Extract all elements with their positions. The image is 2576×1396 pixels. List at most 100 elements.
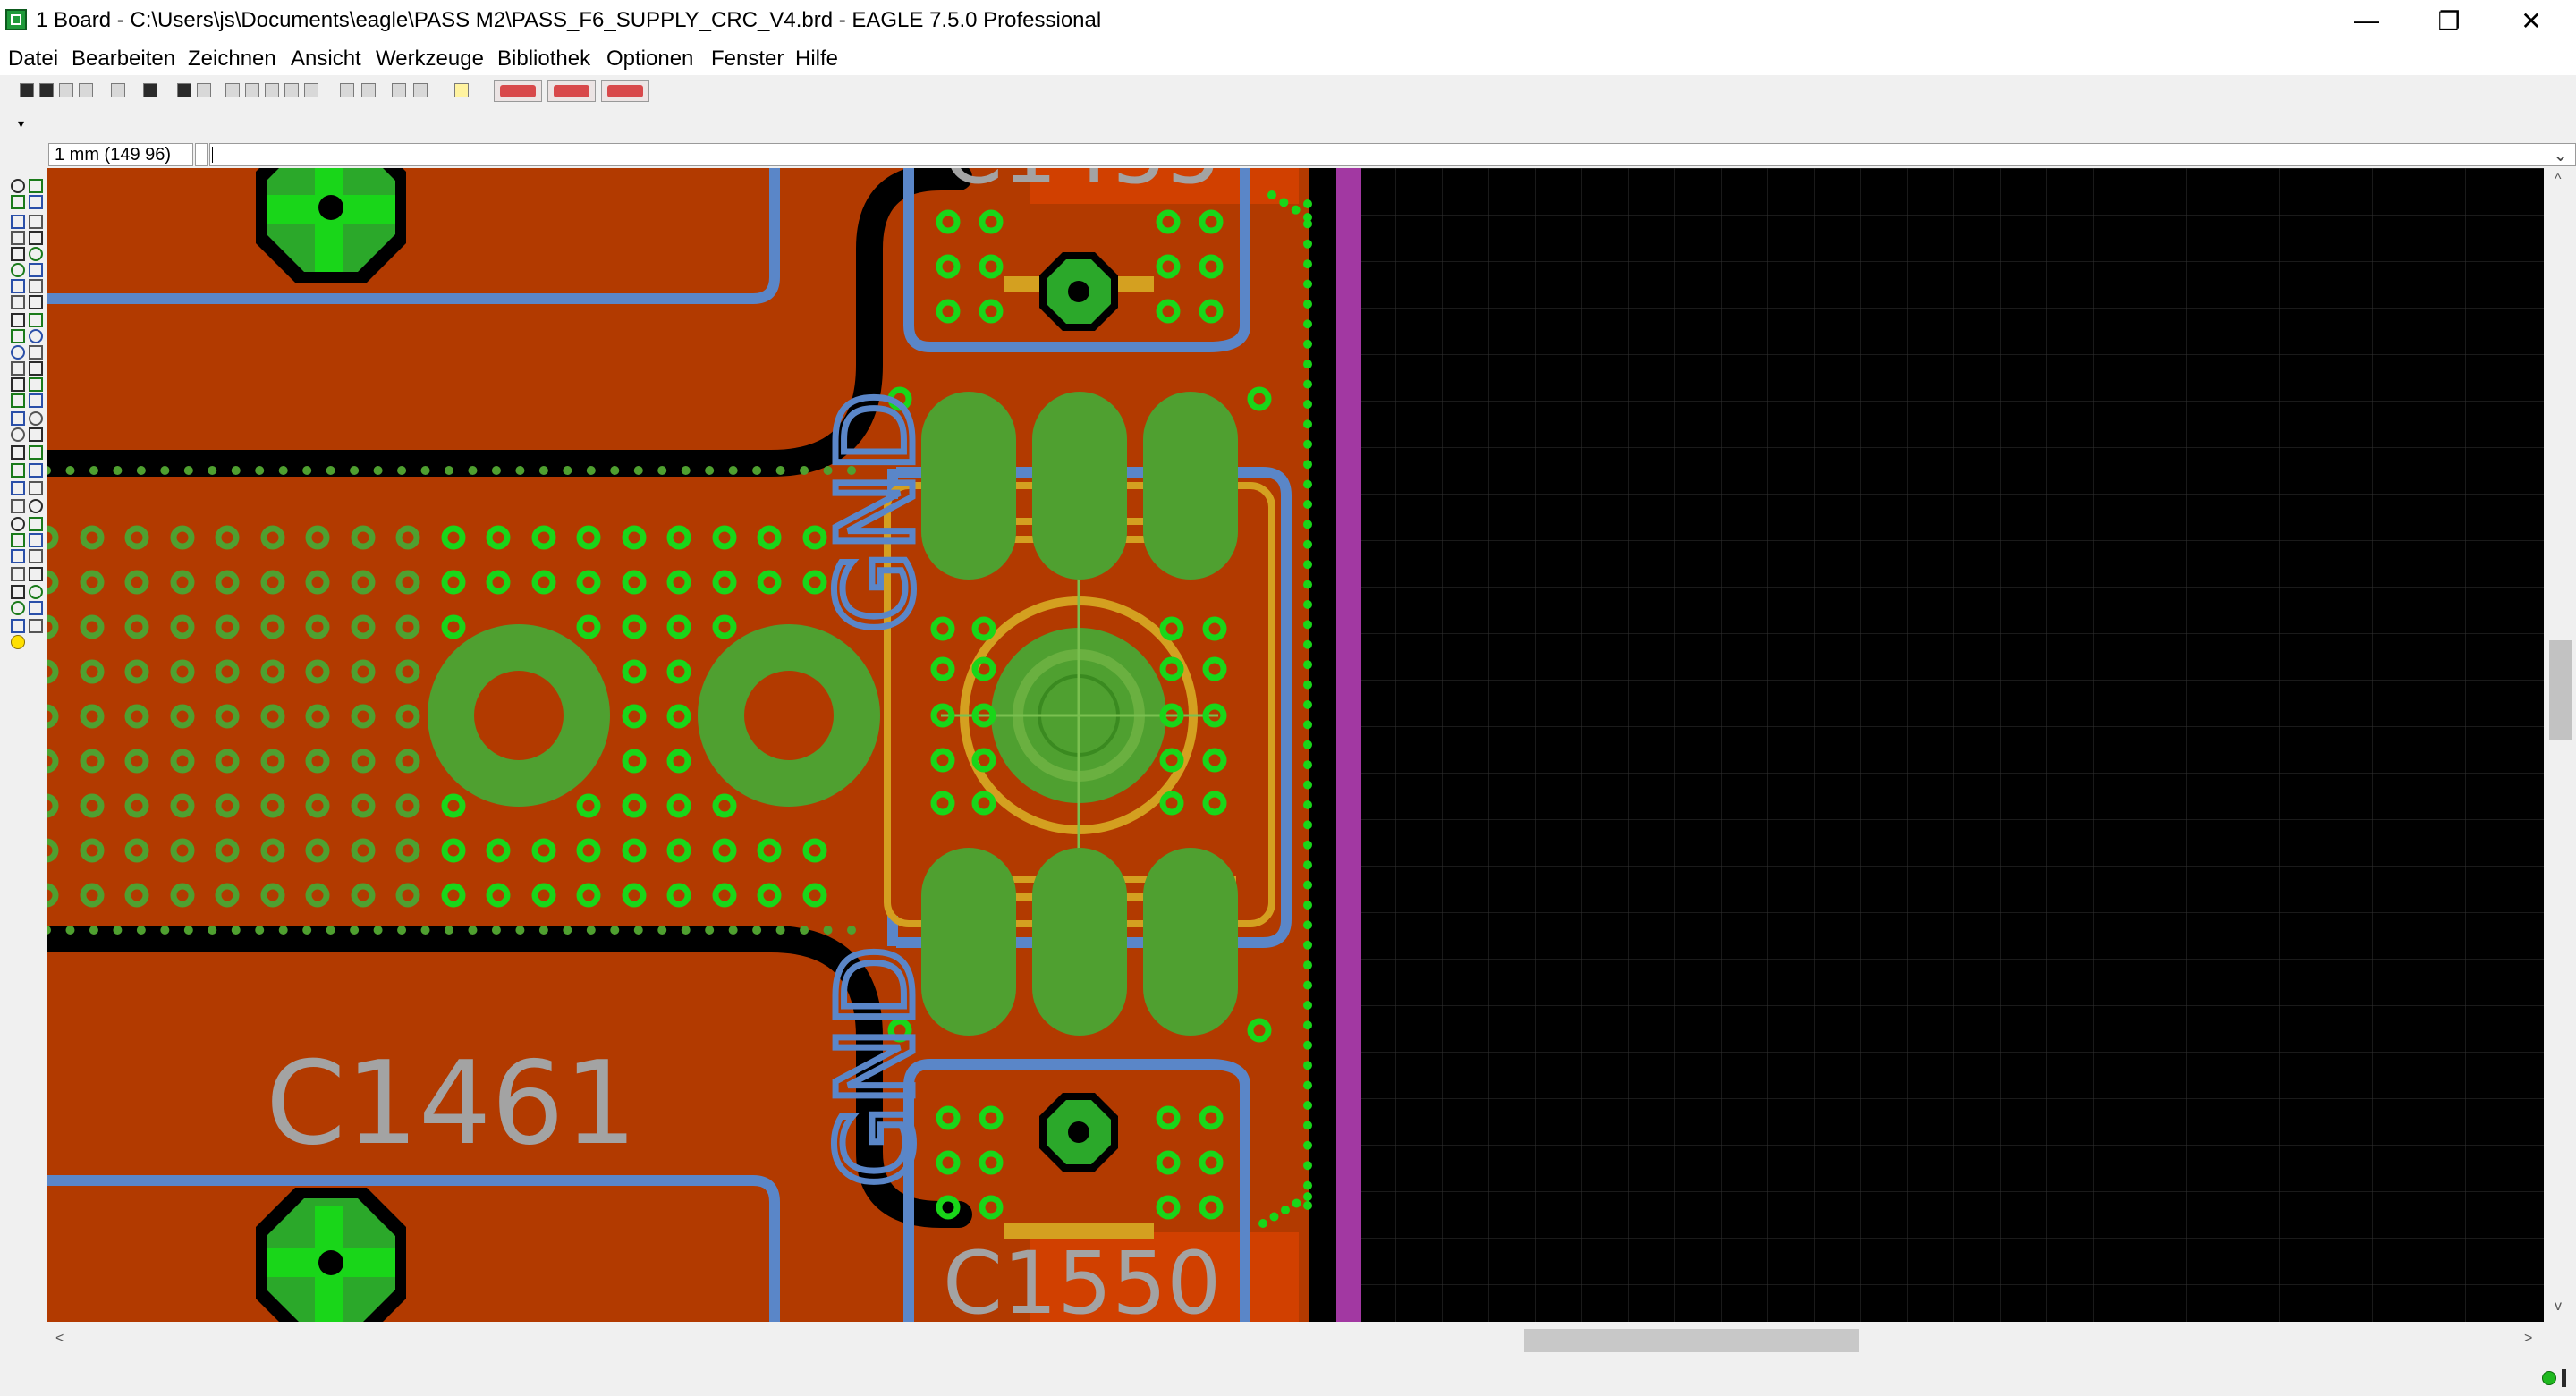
move-icon-alt[interactable] (29, 247, 43, 261)
coordinate-toggle-button[interactable] (195, 143, 208, 166)
chevron-down-icon[interactable]: ⌄ (2553, 144, 2568, 166)
menu-bearbeiten[interactable]: Bearbeiten (72, 47, 175, 72)
ulp-icon[interactable] (143, 83, 157, 97)
wire-icon[interactable] (11, 481, 25, 495)
mark-icon-alt[interactable] (29, 231, 43, 245)
scroll-up-arrow[interactable]: ^ (2555, 172, 2562, 188)
circle-icon-alt[interactable] (29, 517, 43, 531)
menu-werkzeuge[interactable]: Werkzeuge (376, 47, 484, 72)
designlink-button[interactable] (494, 80, 542, 102)
zoom-in-icon[interactable] (245, 83, 259, 97)
menu-datei[interactable]: Datei (8, 47, 58, 72)
delete-icon-alt[interactable] (29, 345, 43, 360)
replace-icon[interactable] (11, 411, 25, 426)
close-button[interactable]: ✕ (2490, 0, 2572, 41)
menu-hilfe[interactable]: Hilfe (795, 47, 838, 72)
board-editor-canvas[interactable]: C1461 C1550 C1455 GND GND (47, 168, 2544, 1322)
hole-icon[interactable] (11, 601, 25, 615)
help-icon[interactable] (454, 83, 469, 97)
menu-optionen[interactable]: Optionen (606, 47, 693, 72)
erc-warning-icon[interactable] (11, 635, 25, 649)
group-icon[interactable] (11, 313, 25, 327)
replace-icon-alt[interactable] (29, 411, 43, 426)
rotate-icon-alt[interactable] (29, 295, 43, 309)
scroll-down-arrow[interactable]: v (2555, 1299, 2562, 1315)
paste-icon-alt[interactable] (29, 377, 43, 392)
copy-icon-alt[interactable] (29, 263, 43, 277)
via-icon[interactable] (11, 585, 25, 599)
circle-icon[interactable] (11, 517, 25, 531)
zoom-fit-icon[interactable] (225, 83, 240, 97)
vertical-scrollbar[interactable]: ^ v (2544, 168, 2576, 1322)
zoom-out-icon[interactable] (265, 83, 279, 97)
show-icon-alt[interactable] (29, 195, 43, 209)
cam-icon[interactable] (79, 83, 93, 97)
add-icon[interactable] (11, 361, 25, 376)
ratsnest-icon-alt[interactable] (29, 619, 43, 633)
rect-icon[interactable] (11, 549, 25, 563)
script-icon[interactable] (111, 83, 125, 97)
optimize-icon[interactable] (11, 445, 25, 460)
chevron-down-icon[interactable]: ▾ (18, 116, 24, 131)
via-icon-alt[interactable] (29, 585, 43, 599)
wire-icon-alt[interactable] (29, 481, 43, 495)
change-icon-alt[interactable] (29, 329, 43, 343)
horizontal-scrollbar[interactable]: < > (47, 1322, 2544, 1358)
pcb-quote-button[interactable] (547, 80, 596, 102)
layer-icon[interactable] (197, 83, 211, 97)
menu-zeichnen[interactable]: Zeichnen (188, 47, 276, 72)
route-icon[interactable] (11, 463, 25, 478)
eagle-icon[interactable] (177, 83, 191, 97)
open-icon[interactable] (20, 83, 34, 97)
info-icon-alt[interactable] (29, 179, 43, 193)
change-icon[interactable] (11, 329, 25, 343)
zoom-select-icon[interactable] (284, 83, 299, 97)
scroll-right-arrow[interactable]: > (2524, 1331, 2532, 1347)
paste-icon[interactable] (11, 377, 25, 392)
polygon-icon-alt[interactable] (29, 567, 43, 581)
polygon-icon[interactable] (11, 567, 25, 581)
mirror-icon-alt[interactable] (29, 279, 43, 293)
split-icon-alt[interactable] (29, 427, 43, 442)
rect-icon-alt[interactable] (29, 549, 43, 563)
display-icon-alt[interactable] (29, 215, 43, 229)
mark-icon[interactable] (11, 231, 25, 245)
vertical-scroll-thumb[interactable] (2549, 640, 2572, 740)
restore-button[interactable]: ❐ (2408, 0, 2490, 41)
lock-icon-alt[interactable] (29, 393, 43, 408)
ratsnest-icon[interactable] (11, 619, 25, 633)
scroll-left-arrow[interactable]: < (55, 1331, 64, 1347)
mirror-icon[interactable] (11, 279, 25, 293)
copy-icon[interactable] (11, 263, 25, 277)
hole-icon-alt[interactable] (29, 601, 43, 615)
save-icon[interactable] (39, 83, 54, 97)
info-icon[interactable] (11, 179, 25, 193)
route-icon-alt[interactable] (29, 463, 43, 478)
menu-fenster[interactable]: Fenster (711, 47, 784, 72)
command-input[interactable]: ⌄ (209, 143, 2576, 166)
add-icon-alt[interactable] (29, 361, 43, 376)
undo-icon[interactable] (340, 83, 354, 97)
arc-icon[interactable] (11, 533, 25, 547)
stop-icon[interactable] (392, 83, 406, 97)
menu-bibliothek[interactable]: Bibliothek (497, 47, 590, 72)
idf-to-3d-button[interactable] (601, 80, 649, 102)
print-icon[interactable] (59, 83, 73, 97)
minimize-button[interactable]: — (2326, 0, 2408, 41)
show-icon[interactable] (11, 195, 25, 209)
split-icon[interactable] (11, 427, 25, 442)
redraw-icon[interactable] (304, 83, 318, 97)
go-icon[interactable] (413, 83, 428, 97)
lock-icon[interactable] (11, 393, 25, 408)
optimize-icon-alt[interactable] (29, 445, 43, 460)
redo-icon[interactable] (361, 83, 376, 97)
rotate-icon[interactable] (11, 295, 25, 309)
text-icon[interactable] (11, 499, 25, 513)
display-icon[interactable] (11, 215, 25, 229)
move-icon[interactable] (11, 247, 25, 261)
text-icon-alt[interactable] (29, 499, 43, 513)
menu-ansicht[interactable]: Ansicht (291, 47, 361, 72)
group-icon-alt[interactable] (29, 313, 43, 327)
delete-icon[interactable] (11, 345, 25, 360)
horizontal-scroll-thumb[interactable] (1524, 1329, 1859, 1352)
